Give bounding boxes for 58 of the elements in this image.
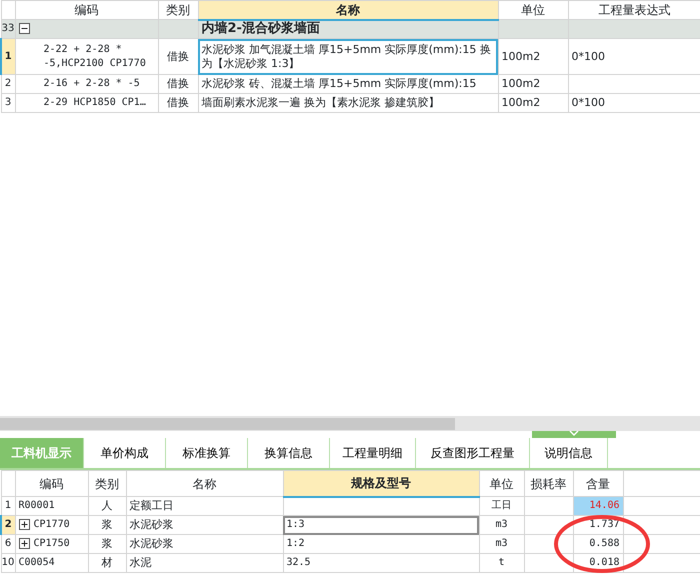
name-cell: 水泥砂浆 加气混凝土墙 厚15+5mm 实际厚度(mm):15 换为【水泥砂浆 1:3】 <box>198 38 498 74</box>
unit-cell: 工日 <box>479 496 524 516</box>
row-number: 3 <box>1 94 15 112</box>
code-text: R00001 <box>18 500 55 511</box>
name-cell: 水泥砂浆 <box>126 534 283 554</box>
name-cell: 水泥砂浆 砖、混凝土墙 厚15+5mm 实际厚度(mm):15 <box>198 74 498 94</box>
code-text: C00054 <box>18 557 55 568</box>
row-number: 1 <box>1 38 15 74</box>
expand-icon[interactable] <box>18 518 30 530</box>
amount-cell: 0.018 <box>573 554 623 572</box>
chevron-down-icon <box>569 431 579 437</box>
column-header: 名称 <box>126 470 283 496</box>
type-cell: 人 <box>88 496 126 516</box>
panel-toggle-handle[interactable] <box>532 431 616 438</box>
column-header: 名称 <box>198 0 498 20</box>
row-number: 2 <box>1 516 15 534</box>
horizontal-scrollbar[interactable] <box>0 416 700 431</box>
row-number: 6 <box>1 534 15 554</box>
code-text: CP1750 <box>34 538 70 549</box>
column-header: 编码 <box>15 0 158 20</box>
row-number: 33 <box>1 20 15 38</box>
column-header: 类别 <box>158 0 198 20</box>
unit-cell: m3 <box>479 516 524 534</box>
code-cell: 2-22 + 2-28 * -5,HCP2100 CP1770 <box>15 38 158 74</box>
code-cell: 2-16 + 2-28 * -5 <box>15 74 158 94</box>
row-number: 2 <box>1 74 15 94</box>
name-cell: 水泥 <box>126 554 283 572</box>
column-header: 损耗率 <box>524 470 573 496</box>
column-header: 规格及型号 <box>283 470 479 496</box>
code-cell: 2-29 HCP1850 CP1… <box>15 94 158 112</box>
row-number: 10 <box>1 554 15 572</box>
unit-cell: 100m2 <box>498 74 568 94</box>
spec-cell: 32.5 <box>283 554 479 572</box>
expand-icon[interactable] <box>18 538 30 549</box>
spec-cell: 1:2 <box>283 534 479 554</box>
scrollbar-thumb[interactable] <box>0 418 455 430</box>
type-cell: 借换 <box>158 94 198 112</box>
type-cell: 浆 <box>88 534 126 554</box>
type-cell: 借换 <box>158 74 198 94</box>
unit-cell: 100m2 <box>498 38 568 74</box>
spec-cell: 1:3 <box>283 516 479 534</box>
column-header: 类别 <box>88 470 126 496</box>
column-header: 含量 <box>573 470 623 496</box>
amount-cell: 14.06 <box>573 496 623 516</box>
amount-cell: 0.588 <box>573 534 623 554</box>
name-cell: 定额工日 <box>126 496 283 516</box>
column-header: 单位 <box>498 0 568 20</box>
type-cell: 浆 <box>88 516 126 534</box>
collapse-icon[interactable] <box>18 23 30 34</box>
column-header: 单位 <box>479 470 524 496</box>
code-text: CP1770 <box>34 519 70 530</box>
column-header: 工程量表达式 <box>568 0 700 20</box>
type-cell: 材 <box>88 554 126 572</box>
column-header: 编码 <box>15 470 88 496</box>
unit-cell: 100m2 <box>498 94 568 112</box>
unit-cell: m3 <box>479 534 524 554</box>
unit-cell: t <box>479 554 524 572</box>
name-cell: 墙面刷素水泥浆一遍 换为【素水泥浆 掺建筑胶】 <box>198 94 498 112</box>
